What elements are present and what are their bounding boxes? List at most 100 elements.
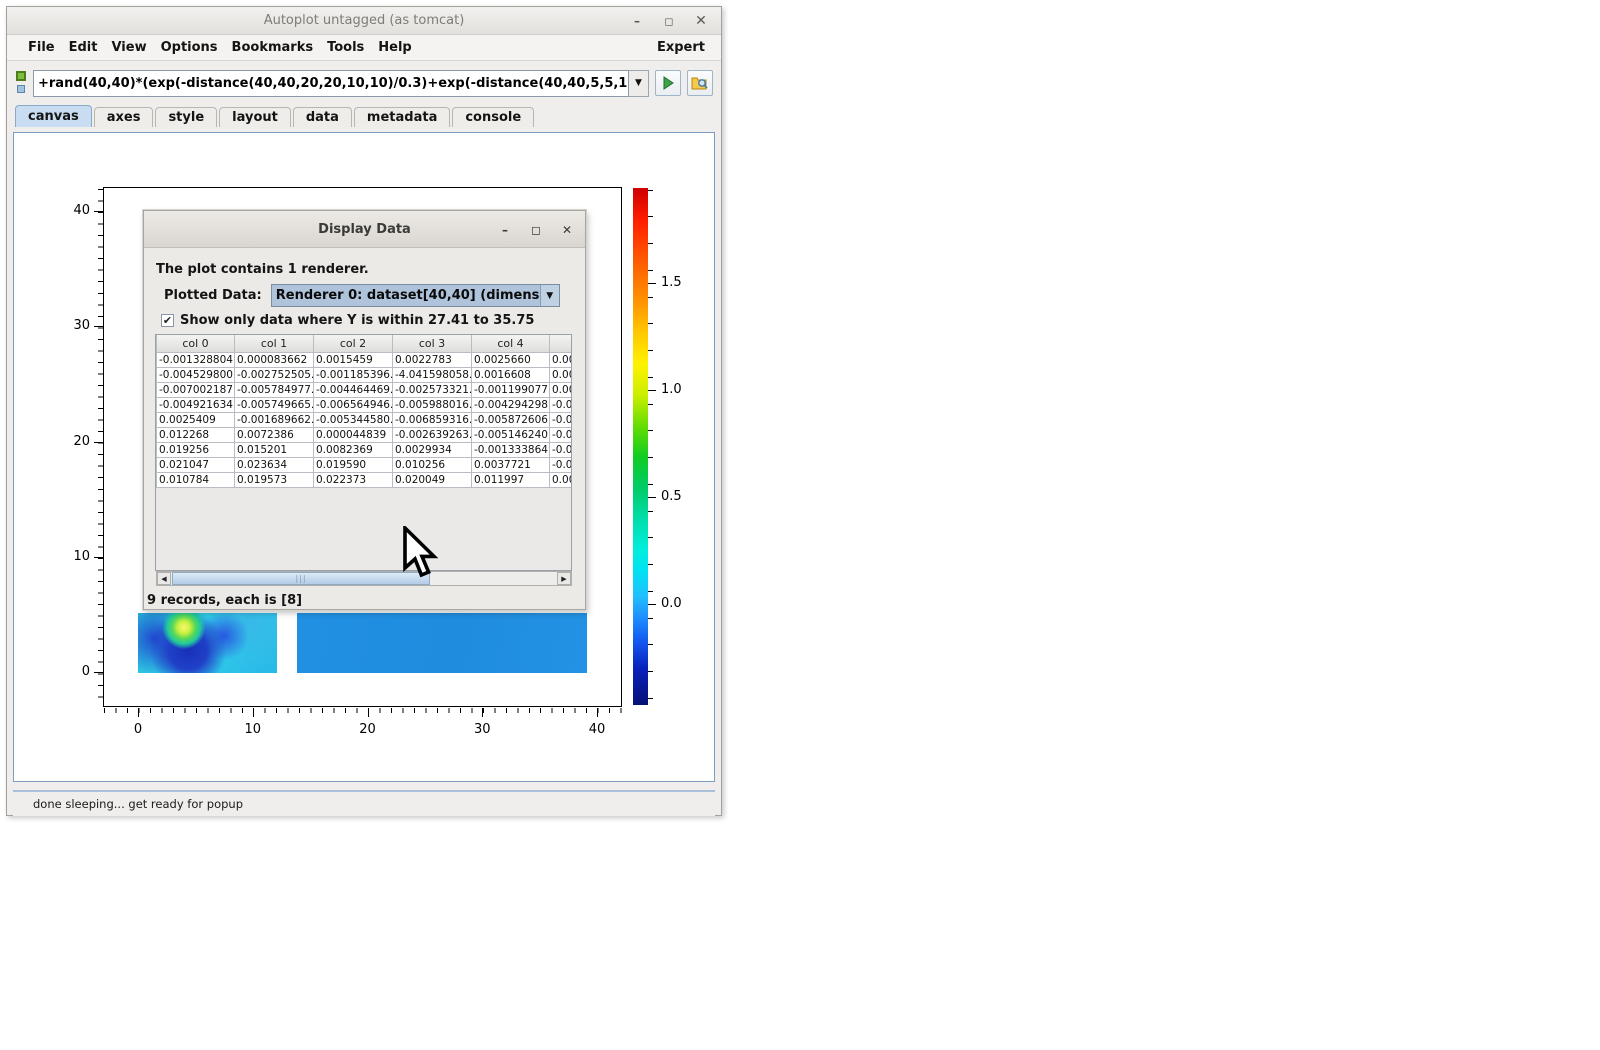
minimize-icon[interactable]: – [629,13,645,29]
renderer-select-value: Renderer 0: dataset[40,40] (dimension... [272,288,540,303]
tab-style[interactable]: style [155,107,217,127]
table-cell: -0.005344580... [314,412,393,427]
table-cell: 0.012268 [157,427,235,442]
colorbar-minor-tick [648,698,653,699]
colorbar[interactable] [633,188,648,705]
y-axis-tick-label: 30 [54,318,90,333]
colorbar-minor-tick [648,270,653,271]
scroll-right-icon[interactable]: ▶ [557,572,571,585]
filter-row: ✔ Show only data where Y is within 27.41… [161,313,534,328]
colorbar-minor-tick [648,457,653,458]
tab-data[interactable]: data [293,107,352,127]
table-cell: -0.005872606... [472,412,550,427]
table-row[interactable]: 0.0210470.0236340.0195900.0102560.003772… [157,457,573,472]
data-table-scrollpane[interactable]: col 0col 1col 2col 3col 4 -0.001328804..… [155,334,572,571]
menu-item-view[interactable]: View [104,40,153,55]
table-row[interactable]: -0.007002187...-0.005784977...-0.0044644… [157,382,573,397]
table-row[interactable]: -0.001328804...0.0000836620.00154590.002… [157,352,573,367]
tab-metadata[interactable]: metadata [354,107,450,127]
scrollbar-thumb[interactable]: ||| [172,572,430,585]
table-cell: -0.001333864... [472,442,550,457]
table-row[interactable]: 0.0122680.00723860.000044839-0.002639263… [157,427,573,442]
colorbar-tick-label: 1.0 [661,382,682,397]
colorbar-minor-tick [648,564,653,565]
menu-item-help[interactable]: Help [371,40,418,55]
table-row[interactable]: -0.004921634...-0.005749665...-0.0065649… [157,397,573,412]
colorbar-minor-tick [648,644,653,645]
table-header-col-1[interactable]: col 1 [235,335,314,352]
colorbar-minor-tick [648,591,653,592]
y-axis-tick-label: 20 [54,434,90,449]
table-cell: -0.0 [550,397,573,412]
table-header-col-0[interactable]: col 0 [157,335,235,352]
menu-item-edit[interactable]: Edit [62,40,105,55]
colorbar-minor-tick [648,484,653,485]
x-axis-tick-label: 40 [577,722,617,737]
menu-item-bookmarks[interactable]: Bookmarks [225,40,321,55]
colorbar-major-tick [648,604,656,605]
renderer-count-text: The plot contains 1 renderer. [156,262,369,277]
table-cell: 0.000083662 [235,352,314,367]
tab-canvas[interactable]: canvas [15,105,92,127]
table-cell: 0.022373 [314,472,393,487]
menu-expert[interactable]: Expert [657,40,707,55]
uri-dropdown-arrow-icon[interactable]: ▼ [629,70,649,97]
menu-item-file[interactable]: File [21,40,62,55]
table-cell: 0.019590 [314,457,393,472]
y-axis-major-tick [94,326,103,327]
horizontal-scrollbar[interactable]: ◀ ||| ▶ [156,571,572,586]
close-icon[interactable]: ✕ [693,13,709,29]
window-titlebar[interactable]: Autoplot untagged (as tomcat) – ◻ ✕ [7,7,721,35]
colorbar-minor-tick [648,297,653,298]
colorbar-minor-tick [648,243,653,244]
table-row[interactable]: -0.004529800...-0.002752505...-0.0011853… [157,367,573,382]
table-cell: -0.002639263... [393,427,472,442]
play-icon [660,75,676,91]
table-header-col-5[interactable] [550,335,573,352]
table-row[interactable]: 0.0025409-0.001689662...-0.005344580...-… [157,412,573,427]
menu-item-tools[interactable]: Tools [320,40,371,55]
records-summary: 9 records, each is [8] [147,593,302,608]
renderer-select[interactable]: Renderer 0: dataset[40,40] (dimension...… [271,284,560,307]
maximize-icon[interactable]: ◻ [661,13,677,29]
colorbar-major-tick [648,283,656,284]
uri-input[interactable]: +rand(40,40)*(exp(-distance(40,40,20,20,… [33,70,629,97]
colorbar-major-tick [648,497,656,498]
colorbar-minor-tick [648,671,653,672]
blue-status-square-icon [17,85,25,93]
x-axis-tick-label: 30 [462,722,502,737]
combo-dropdown-arrow-icon[interactable]: ▼ [540,285,559,306]
heatmap-strip-right [297,613,587,673]
table-header-col-3[interactable]: col 3 [393,335,472,352]
plotted-data-label: Plotted Data: [164,288,262,303]
table-cell: 0.0082369 [314,442,393,457]
dialog-close-icon[interactable]: ✕ [559,222,575,238]
tab-axes[interactable]: axes [94,107,154,127]
scrollbar-track[interactable]: ||| [171,572,557,585]
tab-console[interactable]: console [452,107,534,127]
scroll-left-icon[interactable]: ◀ [157,572,171,585]
folder-inspect-icon [691,75,709,91]
table-cell: 0.0022783 [393,352,472,367]
dialog-titlebar[interactable]: Display Data – ◻ ✕ [144,211,585,248]
green-status-square-icon [16,71,26,81]
table-cell: -0.0 [550,427,573,442]
x-axis-tick-label: 10 [233,722,273,737]
screen: Autoplot untagged (as tomcat) – ◻ ✕ File… [0,0,1600,1050]
filter-checkbox[interactable]: ✔ [161,314,174,327]
tab-layout[interactable]: layout [219,107,291,127]
status-message: done sleeping... get ready for popup [13,797,243,811]
menu-item-options[interactable]: Options [154,40,225,55]
colorbar-minor-tick [648,511,653,512]
go-play-button[interactable] [655,70,681,96]
inspect-file-button[interactable] [687,70,713,96]
colorbar-tick-label: 0.0 [661,596,682,611]
table-row[interactable]: 0.0107840.0195730.0223730.0200490.011997… [157,472,573,487]
colorbar-minor-tick [648,430,653,431]
dialog-maximize-icon[interactable]: ◻ [528,222,544,238]
table-row[interactable]: 0.0192560.0152010.00823690.0029934-0.001… [157,442,573,457]
table-header-col-2[interactable]: col 2 [314,335,393,352]
table-cell: -0.005749665... [235,397,314,412]
table-header-col-4[interactable]: col 4 [472,335,550,352]
dialog-minimize-icon[interactable]: – [497,222,513,238]
